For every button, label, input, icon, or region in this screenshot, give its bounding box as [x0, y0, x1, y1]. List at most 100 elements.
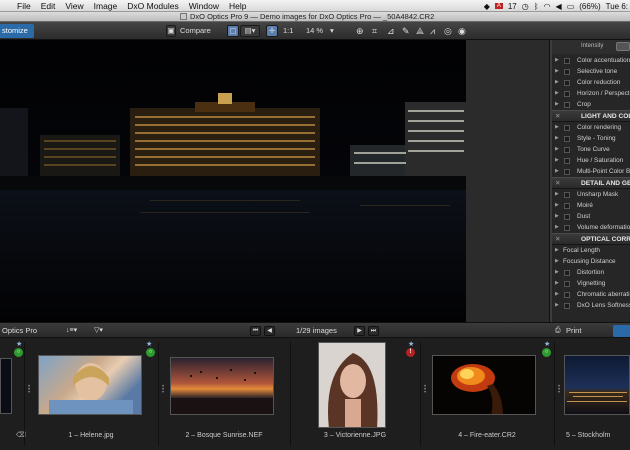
- palette-item[interactable]: ▶ Tone Curve: [552, 144, 630, 155]
- star-icon[interactable]: ★: [544, 340, 550, 348]
- menu-view[interactable]: View: [60, 1, 88, 11]
- enable-checkbox[interactable]: [564, 147, 570, 153]
- collapse-section-icon[interactable]: ✕: [555, 111, 561, 122]
- previous-image-button[interactable]: ◀: [264, 326, 275, 336]
- palette-item[interactable]: ▶ Crop: [552, 99, 630, 110]
- expand-arrow-icon[interactable]: ▶: [555, 289, 559, 300]
- menu-window[interactable]: Window: [184, 1, 224, 11]
- enable-checkbox[interactable]: [564, 136, 570, 142]
- image-viewer[interactable]: [0, 40, 466, 322]
- filmstrip-item[interactable]: • • • ★ ○ 4 – Fire-eater.CR2: [420, 338, 554, 450]
- battery-icon[interactable]: ▭: [567, 2, 575, 11]
- filmstrip-item[interactable]: • • • 5 – Stockholm: [554, 338, 630, 450]
- intensity-slider[interactable]: [616, 42, 630, 51]
- customize-button[interactable]: stomize: [0, 24, 34, 38]
- perspective-icon[interactable]: ⟁: [416, 25, 424, 37]
- star-icon[interactable]: ★: [146, 340, 152, 348]
- palette-item[interactable]: ▶ Color accentuation: [552, 55, 630, 66]
- filmstrip-item[interactable]: • • • 2 – Bosque Sunrise.NEF: [158, 338, 290, 450]
- last-image-button[interactable]: ⏭: [368, 326, 379, 336]
- filmstrip-item[interactable]: ★ ! 3 – Victorienne.JPG: [290, 338, 420, 450]
- crop-icon[interactable]: ⌗: [372, 25, 377, 37]
- expand-arrow-icon[interactable]: ▶: [555, 189, 559, 200]
- enable-checkbox[interactable]: [564, 91, 570, 97]
- enable-checkbox[interactable]: [564, 225, 570, 231]
- expand-arrow-icon[interactable]: ▶: [555, 88, 559, 99]
- zoom-percent[interactable]: 14 %: [306, 25, 323, 37]
- adobe-icon[interactable]: A: [494, 3, 503, 9]
- expand-arrow-icon[interactable]: ▶: [555, 133, 559, 144]
- first-image-button[interactable]: ⏮: [250, 326, 261, 336]
- repair-icon[interactable]: ✎: [402, 25, 410, 37]
- time-machine-icon[interactable]: ◷: [522, 2, 529, 11]
- red-eye-icon[interactable]: ◎: [444, 25, 452, 37]
- collapse-section-icon[interactable]: ✕: [555, 178, 561, 189]
- bluetooth-icon[interactable]: ᛒ: [534, 2, 539, 11]
- compare-button[interactable]: Compare: [180, 25, 211, 37]
- palette-item[interactable]: ▶ Distortion: [552, 267, 630, 278]
- expand-arrow-icon[interactable]: ▶: [555, 200, 559, 211]
- enable-checkbox[interactable]: [564, 303, 570, 309]
- compare-icon[interactable]: ▣: [166, 25, 176, 37]
- enable-checkbox[interactable]: [564, 214, 570, 220]
- palette-item[interactable]: ▶ Volume deformation: [552, 222, 630, 233]
- dust-icon[interactable]: ◉: [458, 25, 466, 37]
- expand-arrow-icon[interactable]: ▶: [555, 256, 559, 267]
- enable-checkbox[interactable]: [564, 58, 570, 64]
- volume-icon[interactable]: ◀: [556, 2, 562, 11]
- menu-dxo-modules[interactable]: DxO Modules: [122, 1, 184, 11]
- palette-item[interactable]: ▶ Color rendering: [552, 122, 630, 133]
- palette-section-header[interactable]: ✕ DETAIL AND GEOMETRY: [552, 177, 630, 189]
- expand-arrow-icon[interactable]: ▶: [555, 155, 559, 166]
- palette-item[interactable]: ▶ Moiré: [552, 200, 630, 211]
- expand-arrow-icon[interactable]: ▶: [555, 211, 559, 222]
- clock[interactable]: Tue 6:: [606, 2, 628, 11]
- filmstrip-item[interactable]: • • • ★ ○ 1 – Helene.jpg: [24, 338, 158, 450]
- palette-item[interactable]: ▶ Color reduction: [552, 77, 630, 88]
- palette-item[interactable]: ▶ Focusing Distance: [552, 256, 630, 267]
- enable-checkbox[interactable]: [564, 281, 570, 287]
- expand-arrow-icon[interactable]: ▶: [555, 55, 559, 66]
- star-icon[interactable]: ★: [16, 340, 22, 348]
- palette-item[interactable]: ▶ Multi-Point Color Balance: [552, 166, 630, 177]
- enable-checkbox[interactable]: [564, 292, 570, 298]
- zoom-1to1[interactable]: 1:1: [283, 25, 293, 37]
- printer-icon[interactable]: ⎙: [555, 325, 561, 337]
- enable-checkbox[interactable]: [564, 80, 570, 86]
- sort-icon[interactable]: ↓≡▾: [66, 325, 77, 337]
- palette-item[interactable]: ▶ Hue / Saturation: [552, 155, 630, 166]
- expand-arrow-icon[interactable]: ▶: [555, 66, 559, 77]
- palette-item[interactable]: ▶ Horizon / Perspective: [552, 88, 630, 99]
- palette-item[interactable]: ▶ Vignetting: [552, 278, 630, 289]
- expand-arrow-icon[interactable]: ▶: [555, 300, 559, 311]
- expand-arrow-icon[interactable]: ▶: [555, 99, 559, 110]
- enable-checkbox[interactable]: [564, 270, 570, 276]
- expand-arrow-icon[interactable]: ▶: [555, 77, 559, 88]
- drag-grip-icon[interactable]: • • •: [424, 384, 426, 396]
- menu-file[interactable]: File: [12, 1, 36, 11]
- enable-checkbox[interactable]: [564, 69, 570, 75]
- palette-item[interactable]: ▶ Dust: [552, 211, 630, 222]
- fit-zoom-icon[interactable]: ✛: [266, 25, 278, 37]
- collapse-section-icon[interactable]: ✕: [555, 234, 561, 245]
- expand-arrow-icon[interactable]: ▶: [555, 144, 559, 155]
- view-mode-icon[interactable]: ▤▾: [240, 25, 260, 37]
- palette-item[interactable]: ▶ Chromatic aberration: [552, 289, 630, 300]
- menu-image[interactable]: Image: [89, 1, 123, 11]
- horizon-icon[interactable]: ⊿: [387, 25, 395, 37]
- enable-checkbox[interactable]: [564, 203, 570, 209]
- palette-item[interactable]: ▶ Style - Toning: [552, 133, 630, 144]
- single-view-icon[interactable]: ▢: [227, 25, 239, 37]
- volume-deformation-icon[interactable]: ⩘: [430, 25, 435, 37]
- enable-checkbox[interactable]: [564, 125, 570, 131]
- enable-checkbox[interactable]: [564, 169, 570, 175]
- palette-section-header[interactable]: ✕ LIGHT AND COLOR: [552, 110, 630, 122]
- expand-arrow-icon[interactable]: ▶: [555, 222, 559, 233]
- star-icon[interactable]: ★: [408, 340, 414, 348]
- palette-item[interactable]: ▶ Unsharp Mask: [552, 189, 630, 200]
- expand-arrow-icon[interactable]: ▶: [555, 166, 559, 177]
- drag-grip-icon[interactable]: • • •: [28, 384, 30, 396]
- drag-grip-icon[interactable]: • • •: [558, 384, 560, 396]
- wifi-icon[interactable]: ◠: [544, 2, 551, 11]
- filter-icon[interactable]: ▽▾: [94, 325, 103, 337]
